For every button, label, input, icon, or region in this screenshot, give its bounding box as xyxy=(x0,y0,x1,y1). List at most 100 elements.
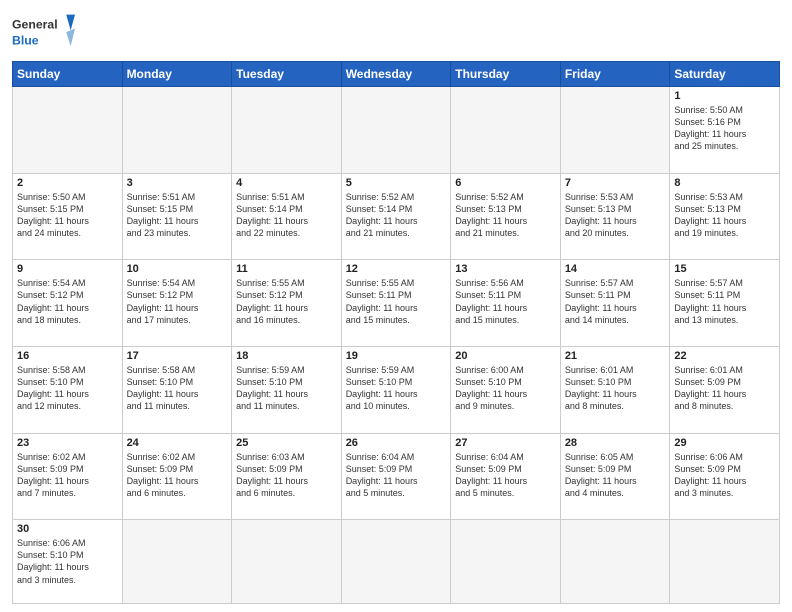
table-row: 7 Sunrise: 5:53 AM Sunset: 5:13 PM Daylig… xyxy=(560,173,670,260)
day-info: Sunrise: 6:02 AM Sunset: 5:09 PM Dayligh… xyxy=(127,451,228,500)
table-row: 15Sunrise: 5:57 AM Sunset: 5:11 PM Dayli… xyxy=(670,260,780,347)
table-row: 16 Sunrise: 5:58 AM Sunset: 5:10 PM Dayli… xyxy=(13,346,123,433)
calendar: SundayMondayTuesdayWednesdayThursdayFrid… xyxy=(12,61,780,604)
day-number: 24 xyxy=(127,437,228,449)
day-number: 26 xyxy=(346,437,447,449)
table-row: 13 Sunrise: 5:56 AM Sunset: 5:11 PM Dayli… xyxy=(451,260,561,347)
day-info: Sunrise: 5:58 AM Sunset: 5:10 PM Dayligh… xyxy=(127,364,228,413)
weekday-sunday: Sunday xyxy=(13,62,123,87)
calendar-week-row: 2Sunrise: 5:50 AM Sunset: 5:15 PM Daylig… xyxy=(13,173,780,260)
table-row xyxy=(560,520,670,604)
table-row xyxy=(232,87,342,174)
day-info: Sunrise: 5:50 AM Sunset: 5:16 PM Dayligh… xyxy=(674,104,775,153)
table-row xyxy=(451,87,561,174)
table-row: 4 Sunrise: 5:51 AM Sunset: 5:14 PM Daylig… xyxy=(232,173,342,260)
day-number: 22 xyxy=(674,350,775,362)
day-number: 16 xyxy=(17,350,118,362)
weekday-friday: Friday xyxy=(560,62,670,87)
day-info: Sunrise: 6:01 AM Sunset: 5:10 PM Dayligh… xyxy=(565,364,666,413)
day-info: Sunrise: 5:55 AM Sunset: 5:12 PM Dayligh… xyxy=(236,277,337,326)
weekday-thursday: Thursday xyxy=(451,62,561,87)
table-row xyxy=(451,520,561,604)
table-row: 17 Sunrise: 5:58 AM Sunset: 5:10 PM Dayli… xyxy=(122,346,232,433)
table-row: 28 Sunrise: 6:05 AM Sunset: 5:09 PM Dayli… xyxy=(560,433,670,520)
day-number: 12 xyxy=(346,263,447,275)
table-row xyxy=(670,520,780,604)
day-number: 1 xyxy=(674,90,775,102)
day-info: Sunrise: 6:00 AM Sunset: 5:10 PM Dayligh… xyxy=(455,364,556,413)
day-info: Sunrise: 5:51 AM Sunset: 5:15 PM Dayligh… xyxy=(127,191,228,240)
table-row: 30 Sunrise: 6:06 AM Sunset: 5:10 PM Dayli… xyxy=(13,520,123,604)
calendar-week-row: 23 Sunrise: 6:02 AM Sunset: 5:09 PM Dayli… xyxy=(13,433,780,520)
table-row: 23 Sunrise: 6:02 AM Sunset: 5:09 PM Dayli… xyxy=(13,433,123,520)
table-row: 12Sunrise: 5:55 AM Sunset: 5:11 PM Dayli… xyxy=(341,260,451,347)
day-number: 17 xyxy=(127,350,228,362)
day-info: Sunrise: 6:05 AM Sunset: 5:09 PM Dayligh… xyxy=(565,451,666,500)
general-blue-logo: GeneralBlue xyxy=(12,10,82,55)
day-info: Sunrise: 6:03 AM Sunset: 5:09 PM Dayligh… xyxy=(236,451,337,500)
table-row: 21 Sunrise: 6:01 AM Sunset: 5:10 PM Dayli… xyxy=(560,346,670,433)
day-number: 19 xyxy=(346,350,447,362)
day-number: 21 xyxy=(565,350,666,362)
svg-text:General: General xyxy=(12,18,58,32)
day-info: Sunrise: 6:06 AM Sunset: 5:09 PM Dayligh… xyxy=(674,451,775,500)
weekday-header-row: SundayMondayTuesdayWednesdayThursdayFrid… xyxy=(13,62,780,87)
svg-text:Blue: Blue xyxy=(12,33,39,47)
table-row: 5Sunrise: 5:52 AM Sunset: 5:14 PM Daylig… xyxy=(341,173,451,260)
table-row: 24 Sunrise: 6:02 AM Sunset: 5:09 PM Dayli… xyxy=(122,433,232,520)
day-info: Sunrise: 6:01 AM Sunset: 5:09 PM Dayligh… xyxy=(674,364,775,413)
table-row: 20 Sunrise: 6:00 AM Sunset: 5:10 PM Dayli… xyxy=(451,346,561,433)
table-row: 25 Sunrise: 6:03 AM Sunset: 5:09 PM Dayli… xyxy=(232,433,342,520)
day-info: Sunrise: 5:53 AM Sunset: 5:13 PM Dayligh… xyxy=(674,191,775,240)
table-row: 2Sunrise: 5:50 AM Sunset: 5:15 PM Daylig… xyxy=(13,173,123,260)
day-info: Sunrise: 6:06 AM Sunset: 5:10 PM Dayligh… xyxy=(17,537,118,586)
day-number: 29 xyxy=(674,437,775,449)
day-number: 30 xyxy=(17,523,118,535)
table-row: 18Sunrise: 5:59 AM Sunset: 5:10 PM Dayli… xyxy=(232,346,342,433)
day-number: 8 xyxy=(674,177,775,189)
day-number: 9 xyxy=(17,263,118,275)
table-row: 8 Sunrise: 5:53 AM Sunset: 5:13 PM Daylig… xyxy=(670,173,780,260)
day-number: 14 xyxy=(565,263,666,275)
table-row: 10Sunrise: 5:54 AM Sunset: 5:12 PM Dayli… xyxy=(122,260,232,347)
logo: GeneralBlue xyxy=(12,10,82,55)
day-info: Sunrise: 5:54 AM Sunset: 5:12 PM Dayligh… xyxy=(17,277,118,326)
day-number: 3 xyxy=(127,177,228,189)
table-row xyxy=(122,87,232,174)
day-info: Sunrise: 5:51 AM Sunset: 5:14 PM Dayligh… xyxy=(236,191,337,240)
day-number: 7 xyxy=(565,177,666,189)
day-number: 28 xyxy=(565,437,666,449)
table-row: 26Sunrise: 6:04 AM Sunset: 5:09 PM Dayli… xyxy=(341,433,451,520)
day-info: Sunrise: 5:52 AM Sunset: 5:13 PM Dayligh… xyxy=(455,191,556,240)
weekday-wednesday: Wednesday xyxy=(341,62,451,87)
day-info: Sunrise: 6:04 AM Sunset: 5:09 PM Dayligh… xyxy=(455,451,556,500)
table-row: 11 Sunrise: 5:55 AM Sunset: 5:12 PM Dayli… xyxy=(232,260,342,347)
header: GeneralBlue xyxy=(12,10,780,55)
day-number: 4 xyxy=(236,177,337,189)
table-row xyxy=(122,520,232,604)
day-number: 13 xyxy=(455,263,556,275)
weekday-saturday: Saturday xyxy=(670,62,780,87)
day-number: 23 xyxy=(17,437,118,449)
day-info: Sunrise: 5:54 AM Sunset: 5:12 PM Dayligh… xyxy=(127,277,228,326)
day-number: 25 xyxy=(236,437,337,449)
table-row: 19Sunrise: 5:59 AM Sunset: 5:10 PM Dayli… xyxy=(341,346,451,433)
day-info: Sunrise: 5:58 AM Sunset: 5:10 PM Dayligh… xyxy=(17,364,118,413)
table-row: 22 Sunrise: 6:01 AM Sunset: 5:09 PM Dayli… xyxy=(670,346,780,433)
day-info: Sunrise: 5:53 AM Sunset: 5:13 PM Dayligh… xyxy=(565,191,666,240)
day-number: 11 xyxy=(236,263,337,275)
day-info: Sunrise: 5:56 AM Sunset: 5:11 PM Dayligh… xyxy=(455,277,556,326)
day-number: 20 xyxy=(455,350,556,362)
day-number: 18 xyxy=(236,350,337,362)
table-row xyxy=(13,87,123,174)
table-row xyxy=(341,520,451,604)
table-row: 3 Sunrise: 5:51 AM Sunset: 5:15 PM Daylig… xyxy=(122,173,232,260)
day-number: 5 xyxy=(346,177,447,189)
table-row: 9 Sunrise: 5:54 AM Sunset: 5:12 PM Daylig… xyxy=(13,260,123,347)
day-info: Sunrise: 6:02 AM Sunset: 5:09 PM Dayligh… xyxy=(17,451,118,500)
day-number: 15 xyxy=(674,263,775,275)
table-row: 29 Sunrise: 6:06 AM Sunset: 5:09 PM Dayli… xyxy=(670,433,780,520)
day-number: 6 xyxy=(455,177,556,189)
table-row xyxy=(232,520,342,604)
calendar-week-row: 9 Sunrise: 5:54 AM Sunset: 5:12 PM Daylig… xyxy=(13,260,780,347)
